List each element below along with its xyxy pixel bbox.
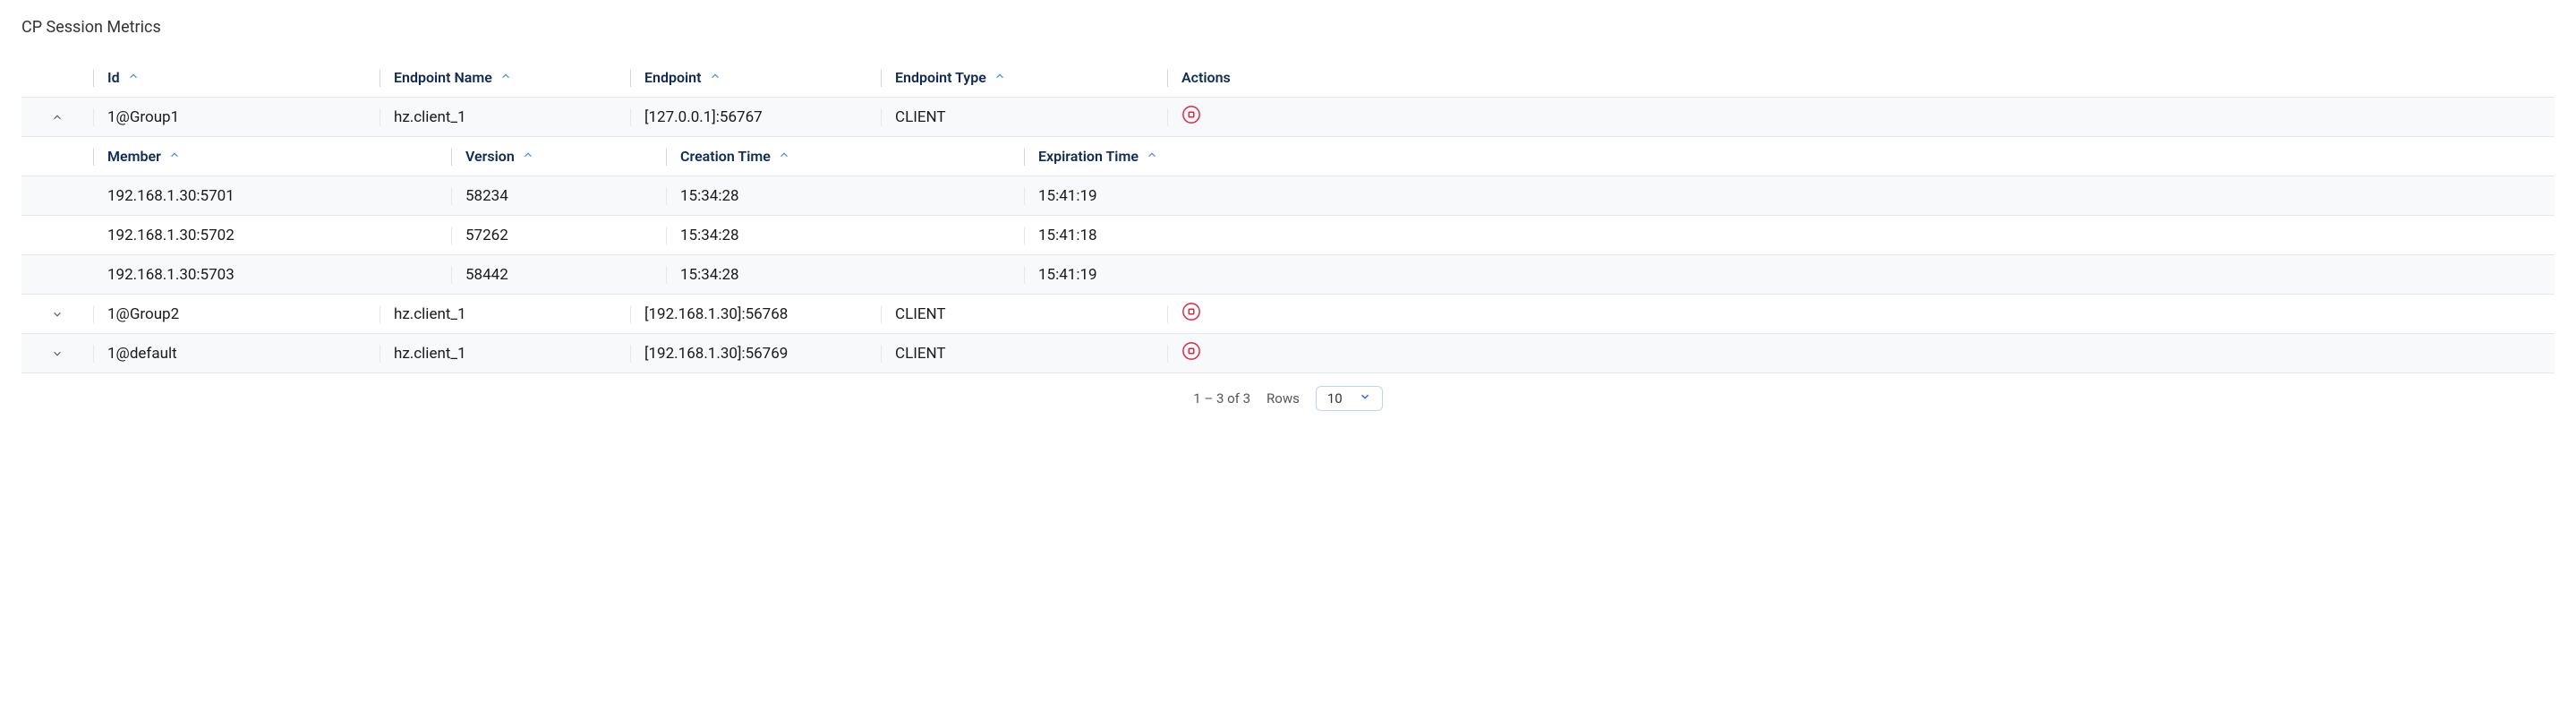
rows-per-page-select[interactable]: 10 xyxy=(1316,386,1383,411)
stop-session-button[interactable] xyxy=(1181,105,1201,124)
cell-endpoint: [127.0.0.1]:56767 xyxy=(630,108,881,126)
sub-header-expiration-label: Expiration Time xyxy=(1038,148,1139,165)
expand-toggle[interactable] xyxy=(21,111,93,124)
cell-endpoint-type: CLIENT xyxy=(881,345,1167,363)
sub-header-creation-label: Creation Time xyxy=(680,148,771,165)
chevron-down-icon xyxy=(1359,390,1371,407)
sub-cell-member: 192.168.1.30:5702 xyxy=(93,227,451,244)
sub-table-header: Member Version Creation Time Expiration … xyxy=(21,137,2555,176)
sort-asc-icon xyxy=(127,69,140,86)
table-header-row: Id Endpoint Name Endpoint Endpoint Type … xyxy=(21,58,2555,98)
sort-asc-icon xyxy=(168,148,181,165)
sort-asc-icon xyxy=(778,148,790,165)
sort-asc-icon xyxy=(499,69,512,86)
sub-cell-member: 192.168.1.30:5701 xyxy=(93,187,451,205)
cell-actions xyxy=(1167,341,2555,365)
sub-cell-creation-time: 15:34:28 xyxy=(666,227,1024,244)
table-row: 1@default hz.client_1 [192.168.1.30]:567… xyxy=(21,334,2555,373)
sub-header-expiration-time[interactable]: Expiration Time xyxy=(1024,148,2555,165)
sub-header-member[interactable]: Member xyxy=(93,148,451,165)
stop-icon xyxy=(1181,302,1201,321)
pagination-range: 1 – 3 of 3 xyxy=(1193,390,1250,407)
cell-id: 1@default xyxy=(93,345,380,363)
cell-actions xyxy=(1167,105,2555,129)
sort-asc-icon xyxy=(522,148,534,165)
chevron-up-icon xyxy=(51,111,64,124)
header-id[interactable]: Id xyxy=(93,69,380,86)
sub-cell-expiration-time: 15:41:18 xyxy=(1024,227,2555,244)
sub-cell-member: 192.168.1.30:5703 xyxy=(93,266,451,284)
sub-header-creation-time[interactable]: Creation Time xyxy=(666,148,1024,165)
cell-endpoint-name: hz.client_1 xyxy=(380,305,630,323)
cell-endpoint: [192.168.1.30]:56768 xyxy=(630,305,881,323)
header-actions: Actions xyxy=(1167,69,2555,86)
cell-endpoint-type: CLIENT xyxy=(881,108,1167,126)
pagination: 1 – 3 of 3 Rows 10 xyxy=(21,373,2555,424)
sub-header-version[interactable]: Version xyxy=(451,148,666,165)
sub-header-version-label: Version xyxy=(465,148,515,165)
sub-table-row: 192.168.1.30:5702 57262 15:34:28 15:41:1… xyxy=(21,216,2555,255)
cell-id: 1@Group1 xyxy=(93,108,380,126)
sub-cell-expiration-time: 15:41:19 xyxy=(1024,266,2555,284)
cell-endpoint-type: CLIENT xyxy=(881,305,1167,323)
cell-id: 1@Group2 xyxy=(93,305,380,323)
chevron-down-icon xyxy=(51,347,64,360)
session-table: Id Endpoint Name Endpoint Endpoint Type … xyxy=(21,58,2555,373)
header-endpoint-label: Endpoint xyxy=(644,69,702,86)
expand-toggle[interactable] xyxy=(21,308,93,321)
sub-cell-creation-time: 15:34:28 xyxy=(666,266,1024,284)
sub-cell-version: 58442 xyxy=(451,266,666,284)
sub-cell-version: 58234 xyxy=(451,187,666,205)
header-endpoint-name[interactable]: Endpoint Name xyxy=(380,69,630,86)
cell-actions xyxy=(1167,302,2555,326)
header-id-label: Id xyxy=(107,69,120,86)
table-row: 1@Group2 hz.client_1 [192.168.1.30]:5676… xyxy=(21,295,2555,334)
chevron-down-icon xyxy=(51,308,64,321)
cell-endpoint-name: hz.client_1 xyxy=(380,108,630,126)
stop-session-button[interactable] xyxy=(1181,302,1201,321)
sub-cell-expiration-time: 15:41:19 xyxy=(1024,187,2555,205)
header-endpoint-type-label: Endpoint Type xyxy=(895,69,986,86)
header-endpoint-type[interactable]: Endpoint Type xyxy=(881,69,1167,86)
sort-asc-icon xyxy=(1146,148,1158,165)
header-actions-label: Actions xyxy=(1181,69,1231,86)
sort-asc-icon xyxy=(994,69,1006,86)
sub-header-member-label: Member xyxy=(107,148,161,165)
sub-table-row: 192.168.1.30:5701 58234 15:34:28 15:41:1… xyxy=(21,176,2555,216)
sub-table-row: 192.168.1.30:5703 58442 15:34:28 15:41:1… xyxy=(21,255,2555,295)
stop-icon xyxy=(1181,105,1201,124)
sub-cell-version: 57262 xyxy=(451,227,666,244)
cell-endpoint: [192.168.1.30]:56769 xyxy=(630,345,881,363)
sub-cell-creation-time: 15:34:28 xyxy=(666,187,1024,205)
table-row: 1@Group1 hz.client_1 [127.0.0.1]:56767 C… xyxy=(21,98,2555,137)
rows-per-page-value: 10 xyxy=(1327,390,1343,407)
pagination-rows-label: Rows xyxy=(1267,390,1300,407)
header-endpoint-name-label: Endpoint Name xyxy=(394,69,492,86)
page-title: CP Session Metrics xyxy=(21,18,2555,37)
expand-toggle[interactable] xyxy=(21,347,93,360)
header-endpoint[interactable]: Endpoint xyxy=(630,69,881,86)
cell-endpoint-name: hz.client_1 xyxy=(380,345,630,363)
stop-icon xyxy=(1181,341,1201,361)
sort-asc-icon xyxy=(709,69,721,86)
stop-session-button[interactable] xyxy=(1181,341,1201,361)
